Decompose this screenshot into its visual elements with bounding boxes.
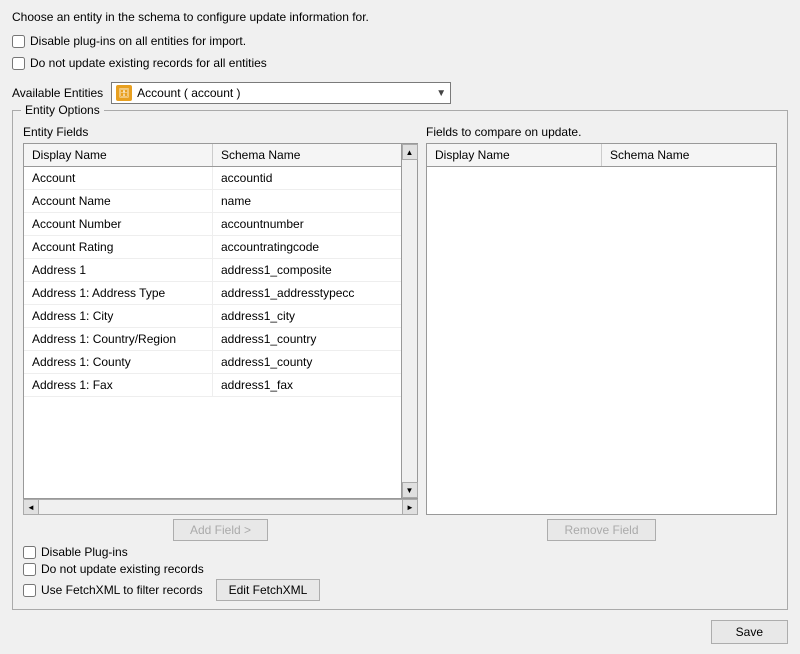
left-col-display: Display Name [24,144,213,166]
scroll-right-btn[interactable]: ► [402,499,418,515]
entity-options-group: Entity Options Entity Fields Display Nam… [12,110,788,610]
global-disable-plugins-label: Disable plug-ins on all entities for imp… [30,34,246,48]
right-col-schema: Schema Name [602,144,776,166]
cell-schema: address1_composite [213,259,401,281]
edit-fetchxml-button[interactable]: Edit FetchXML [216,579,321,601]
left-panel: Entity Fields Display Name Schema Name A… [23,125,418,541]
global-disable-plugins-checkbox[interactable] [12,35,25,48]
two-panel-area: Entity Fields Display Name Schema Name A… [23,125,777,541]
intro-text: Choose an entity in the schema to config… [12,10,788,24]
cell-display: Account Name [24,190,213,212]
disable-plugins-row: Disable Plug-ins [23,545,777,559]
right-table-body [427,167,776,514]
cell-schema: address1_country [213,328,401,350]
table-row[interactable]: Account Numberaccountnumber [24,213,401,236]
table-row[interactable]: Accountaccountid [24,167,401,190]
disable-plugins-label: Disable Plug-ins [41,545,128,559]
table-row[interactable]: Address 1: Countyaddress1_county [24,351,401,374]
cell-display: Address 1: Address Type [24,282,213,304]
left-table-body: AccountaccountidAccount NamenameAccount … [24,167,401,498]
cell-schema: address1_fax [213,374,401,396]
cell-display: Address 1: County [24,351,213,373]
right-panel: Fields to compare on update. Display Nam… [426,125,777,541]
table-row[interactable]: Account Namename [24,190,401,213]
table-row[interactable]: Account Ratingaccountratingcode [24,236,401,259]
table-row[interactable]: Address 1: Country/Regionaddress1_countr… [24,328,401,351]
scroll-up-btn[interactable]: ▲ [402,144,418,160]
scroll-track [402,160,417,482]
use-fetchxml-label: Use FetchXML to filter records [41,583,203,597]
cell-display: Address 1: Country/Region [24,328,213,350]
cell-display: Account [24,167,213,189]
do-not-update-label: Do not update existing records [41,562,204,576]
entity-dropdown-text: Account ( account ) [137,86,432,100]
left-table-header: Display Name Schema Name [24,144,401,167]
remove-field-row: Remove Field [426,519,777,541]
global-do-not-update-checkbox[interactable] [12,57,25,70]
cell-schema: name [213,190,401,212]
remove-field-button[interactable]: Remove Field [547,519,655,541]
right-table-header: Display Name Schema Name [427,144,776,167]
right-col-display: Display Name [427,144,602,166]
cell-schema: accountid [213,167,401,189]
cell-schema: address1_addresstypecc [213,282,401,304]
available-entities-label: Available Entities [12,86,103,100]
h-scroll-track [39,499,402,515]
global-do-not-update-label: Do not update existing records for all e… [30,56,267,70]
entity-icon: 🗄 [116,85,132,101]
do-not-update-row: Do not update existing records [23,562,777,576]
scroll-left-btn[interactable]: ◄ [23,499,39,515]
chevron-down-icon: ▼ [436,88,446,99]
footer: Save [12,616,788,644]
add-field-row: Add Field > [23,519,418,541]
cell-display: Address 1: City [24,305,213,327]
cell-display: Account Number [24,213,213,235]
table-row[interactable]: Address 1: Cityaddress1_city [24,305,401,328]
disable-plugins-checkbox[interactable] [23,546,36,559]
main-container: Choose an entity in the schema to config… [0,0,800,654]
entity-dropdown[interactable]: 🗄 Account ( account ) ▼ [111,82,451,104]
table-row[interactable]: Address 1: Faxaddress1_fax [24,374,401,397]
global-do-not-update-row: Do not update existing records for all e… [12,56,788,70]
use-fetchxml-checkbox[interactable] [23,584,36,597]
save-button[interactable]: Save [711,620,788,644]
cell-schema: address1_city [213,305,401,327]
cell-schema: address1_county [213,351,401,373]
table-row[interactable]: Address 1: Address Typeaddress1_addresst… [24,282,401,305]
do-not-update-checkbox[interactable] [23,563,36,576]
cell-display: Address 1 [24,259,213,281]
bottom-checkboxes: Disable Plug-ins Do not update existing … [23,545,777,601]
fields-compare-label: Fields to compare on update. [426,125,777,139]
cell-display: Address 1: Fax [24,374,213,396]
entity-fields-label: Entity Fields [23,125,418,139]
table-row[interactable]: Address 1address1_composite [24,259,401,282]
right-field-table: Display Name Schema Name [426,143,777,515]
add-field-button[interactable]: Add Field > [173,519,268,541]
global-disable-plugins-row: Disable plug-ins on all entities for imp… [12,34,788,48]
available-entities-row: Available Entities 🗄 Account ( account )… [12,82,788,104]
left-vertical-scrollbar[interactable]: ▲ ▼ [402,143,418,499]
entity-options-legend: Entity Options [21,103,104,117]
left-field-table: Display Name Schema Name Accountaccounti… [23,143,402,499]
cell-schema: accountnumber [213,213,401,235]
cell-schema: accountratingcode [213,236,401,258]
scroll-down-btn[interactable]: ▼ [402,482,418,498]
left-col-schema: Schema Name [213,144,401,166]
use-fetchxml-row: Use FetchXML to filter records Edit Fetc… [23,579,777,601]
left-horizontal-scrollbar[interactable]: ◄ ► [23,499,418,515]
cell-display: Account Rating [24,236,213,258]
